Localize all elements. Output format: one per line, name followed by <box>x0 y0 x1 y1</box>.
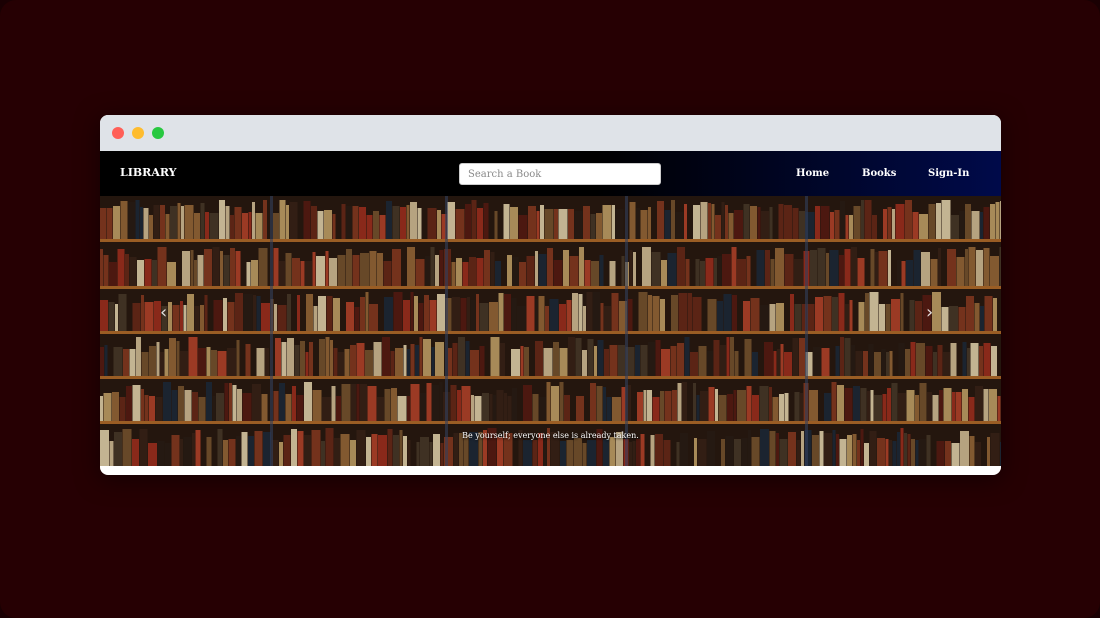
minimize-window-button[interactable] <box>132 127 144 139</box>
nav-link-home[interactable]: Home <box>796 168 829 179</box>
chevron-left-icon[interactable]: ‹ <box>160 304 167 322</box>
page-backdrop: LIBRARY Home Books Sign-In ‹ › Be yourse… <box>0 0 1100 618</box>
carousel-caption: Be yourself; everyone else is already ta… <box>462 431 639 440</box>
hero-carousel: ‹ › Be yourself; everyone else is alread… <box>100 196 1001 470</box>
nav-link-books[interactable]: Books <box>862 168 896 179</box>
nav-link-sign-in[interactable]: Sign-In <box>928 168 969 179</box>
navbar: LIBRARY Home Books Sign-In <box>100 151 1001 196</box>
carousel-bottom-border <box>100 466 1001 470</box>
bookshelf-image <box>100 196 1001 470</box>
window-titlebar <box>100 115 1001 151</box>
brand-logo[interactable]: LIBRARY <box>120 166 177 179</box>
close-window-button[interactable] <box>112 127 124 139</box>
browser-window: LIBRARY Home Books Sign-In ‹ › Be yourse… <box>100 115 1001 475</box>
search-input[interactable] <box>459 163 661 185</box>
maximize-window-button[interactable] <box>152 127 164 139</box>
chevron-right-icon[interactable]: › <box>926 304 933 322</box>
